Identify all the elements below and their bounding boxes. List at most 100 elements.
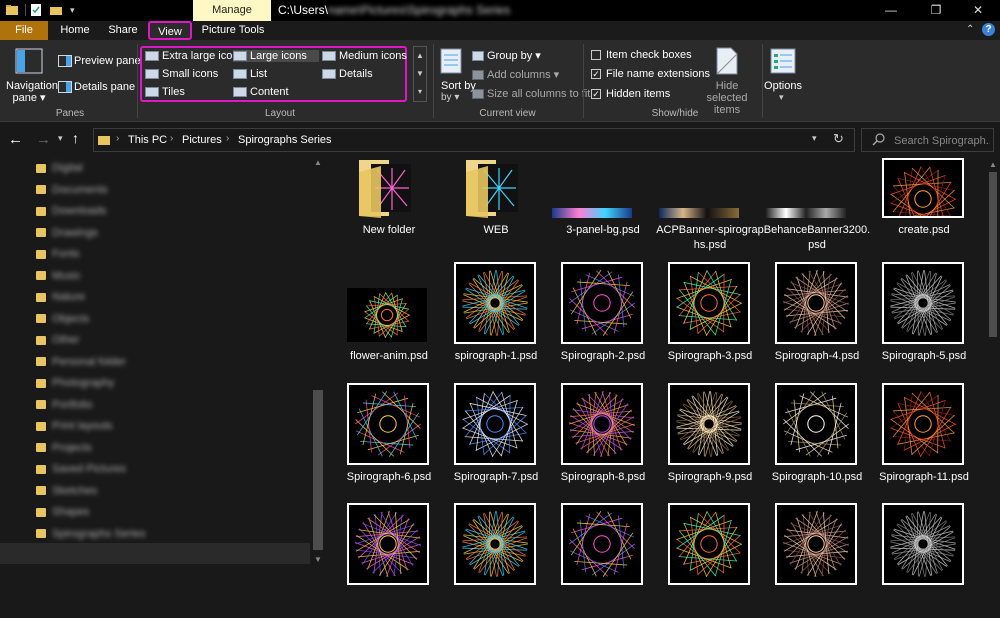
up-button[interactable]: ↑ (72, 130, 79, 146)
address-history-icon[interactable]: ▾ (812, 133, 817, 144)
nav-item[interactable]: Nature (36, 287, 306, 308)
scroll-up-icon[interactable]: ▲ (988, 160, 998, 169)
nav-item[interactable]: Fonts (36, 244, 306, 265)
breadcrumb-pictures[interactable]: Pictures (182, 134, 222, 146)
hidden-items-toggle[interactable]: ✓Hidden items (591, 88, 670, 100)
options-icon[interactable] (770, 48, 796, 74)
checkbox-checked[interactable]: ✓ (591, 89, 601, 99)
item-check-boxes-toggle[interactable]: Item check boxes (591, 49, 692, 61)
close-button[interactable]: ✕ (955, 0, 1000, 21)
file-item[interactable]: WEB (440, 158, 552, 273)
file-item[interactable]: Spirograph-9.psd (654, 383, 766, 498)
checkbox-checked[interactable]: ✓ (591, 69, 601, 79)
layout-medium-icons[interactable]: Medium icons (322, 50, 407, 62)
options-chevron-icon[interactable]: ▾ (779, 92, 784, 103)
file-item[interactable]: Spirograph-8.psd (547, 383, 659, 498)
nav-item[interactable]: Photography (36, 373, 306, 394)
nav-item[interactable]: Objects (36, 309, 306, 330)
file-name-extensions-toggle[interactable]: ✓File name extensions (591, 68, 710, 80)
tab-share[interactable]: Share (102, 21, 144, 40)
collapse-ribbon-icon[interactable]: ⌃ (966, 24, 974, 35)
more-icon[interactable]: ▾ (414, 83, 426, 101)
nav-item[interactable]: Music (36, 266, 306, 287)
file-item[interactable]: Spirograph-4.psd (761, 262, 873, 377)
nav-item[interactable]: Projects (36, 438, 306, 459)
properties-icon[interactable] (30, 4, 42, 16)
minimize-button[interactable]: — (868, 0, 914, 21)
file-item[interactable] (547, 503, 659, 618)
chevron-down-icon[interactable]: ▼ (414, 65, 426, 83)
maximize-button[interactable]: ❐ (913, 0, 959, 21)
nav-scrollbar-thumb[interactable] (313, 390, 323, 550)
nav-item[interactable]: Shapes (36, 502, 306, 523)
file-item[interactable] (440, 503, 552, 618)
file-item[interactable] (654, 503, 766, 618)
sort-by-icon[interactable] (440, 48, 462, 74)
file-item[interactable]: create.psd (868, 158, 980, 273)
help-icon[interactable]: ? (982, 23, 995, 36)
nav-item[interactable]: Other (36, 330, 306, 351)
layout-content[interactable]: Content (233, 86, 289, 98)
layout-extra-large-icons[interactable]: Extra large icons (145, 50, 244, 62)
file-item[interactable] (761, 503, 873, 618)
file-item[interactable] (333, 503, 445, 618)
scroll-up-icon[interactable]: ▲ (312, 158, 324, 167)
file-item[interactable]: Spirograph-5.psd (868, 262, 980, 377)
layout-list[interactable]: List (233, 68, 267, 80)
file-item[interactable]: BehanceBanner3200.psd (761, 158, 873, 273)
back-button[interactable]: ← (8, 131, 23, 148)
breadcrumb-this-pc[interactable]: This PC (128, 134, 167, 146)
layout-scroll[interactable]: ▲▼▾ (413, 46, 427, 102)
file-item[interactable]: Spirograph-6.psd (333, 383, 445, 498)
nav-item[interactable]: Downloads (36, 201, 306, 222)
navigation-pane-button[interactable]: Navigation pane ▾ (6, 80, 52, 104)
nav-item[interactable]: Spirographs Series (36, 524, 306, 545)
nav-item[interactable]: Print layouts (36, 416, 306, 437)
hide-selected-icon[interactable] (714, 47, 738, 75)
scroll-down-icon[interactable]: ▼ (312, 555, 324, 564)
file-item[interactable]: Spirograph-3.psd (654, 262, 766, 377)
file-item[interactable]: Spirograph-2.psd (547, 262, 659, 377)
file-item[interactable]: spirograph-1.psd (440, 262, 552, 377)
refresh-icon[interactable]: ↻ (833, 131, 844, 147)
nav-item[interactable]: Documents (36, 180, 306, 201)
layout-small-icons[interactable]: Small icons (145, 68, 218, 80)
nav-item[interactable]: Saved Pictures (36, 459, 306, 480)
navigation-pane-icon[interactable] (15, 48, 43, 74)
add-columns-button[interactable]: Add columns ▾ (472, 68, 559, 81)
nav-item[interactable]: Portfolio (36, 395, 306, 416)
customize-qat-icon[interactable]: ▾ (70, 5, 80, 15)
file-item[interactable]: flower-anim.psd (333, 262, 445, 377)
new-folder-icon[interactable] (50, 4, 62, 16)
layout-large-icons[interactable]: Large icons (233, 50, 319, 62)
tab-file[interactable]: File (0, 21, 48, 40)
chevron-up-icon[interactable]: ▲ (414, 47, 426, 65)
file-item[interactable] (868, 503, 980, 618)
file-item[interactable]: Spirograph-11.psd (868, 383, 980, 498)
details-pane-button[interactable]: Details pane (74, 81, 135, 93)
options-button[interactable]: Options (764, 80, 802, 92)
recent-locations-icon[interactable]: ▾ (58, 133, 63, 144)
manage-tab[interactable]: Manage (193, 0, 271, 21)
file-item[interactable]: Spirograph-7.psd (440, 383, 552, 498)
tab-picture-tools[interactable]: Picture Tools (198, 21, 268, 40)
nav-item[interactable]: Personal folder (36, 352, 306, 373)
nav-item[interactable]: Drawings (36, 223, 306, 244)
group-by-button[interactable]: Group by ▾ (472, 49, 541, 62)
size-all-columns-button[interactable]: Size all columns to fit (472, 88, 590, 100)
breadcrumb-spirographs-series[interactable]: Spirographs Series (238, 134, 332, 146)
checkbox-unchecked[interactable] (591, 50, 601, 60)
file-item[interactable]: 3-panel-bg.psd (547, 158, 659, 273)
file-item[interactable]: Spirograph-10.psd (761, 383, 873, 498)
tab-view[interactable]: View (148, 21, 192, 40)
nav-item[interactable]: Sketches (36, 481, 306, 502)
preview-pane-button[interactable]: Preview pane (74, 55, 141, 67)
content-scrollbar-thumb[interactable] (989, 172, 997, 337)
file-item[interactable]: ACPBanner-spirographs.psd (654, 158, 766, 273)
nav-item[interactable]: Digital (36, 158, 306, 179)
sort-by-chevron-icon[interactable]: by ▾ (441, 92, 459, 103)
layout-details[interactable]: Details (322, 68, 373, 80)
forward-button[interactable]: → (36, 131, 51, 148)
layout-tiles[interactable]: Tiles (145, 86, 185, 98)
tab-home[interactable]: Home (54, 21, 96, 40)
